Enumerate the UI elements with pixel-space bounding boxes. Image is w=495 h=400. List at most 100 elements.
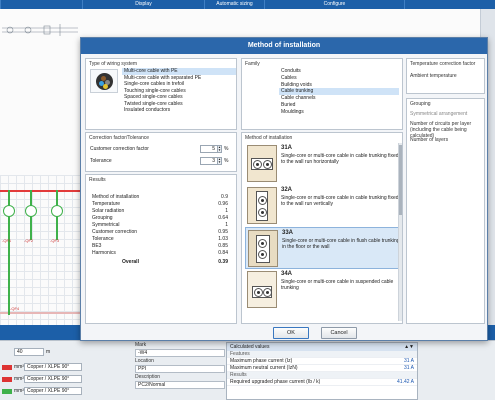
result-label: Symmetrical <box>92 222 120 228</box>
result-row: Tolerance 1.03 <box>92 236 232 243</box>
conductor-material-select[interactable]: Copper / XLPE 90° <box>24 375 82 383</box>
result-row: Grouping 0.64 <box>92 215 232 222</box>
calc-section-label: Results <box>230 372 247 378</box>
result-label: Temperature <box>92 201 121 207</box>
toolbar-tab-display[interactable]: Display <box>82 0 204 9</box>
results-panel: Results Method of installation 0.9 Temper… <box>85 174 237 324</box>
unit-label: mm² <box>14 364 24 370</box>
wiring-option[interactable]: Insulated conductors <box>122 107 236 114</box>
method-option-31a[interactable]: 31A Single-core or multi-core cable in c… <box>245 143 400 185</box>
core-pe-icon <box>103 84 108 89</box>
calc-row-label: Maximum neutral current (IzN) <box>230 365 298 371</box>
family-option[interactable]: Mouldings <box>279 109 399 116</box>
collapse-icon[interactable]: ▲▼ <box>404 343 414 351</box>
family-option[interactable]: Cables <box>279 75 399 82</box>
tolerance-input[interactable]: 3 <box>200 157 218 165</box>
toolbar-tab-0[interactable] <box>0 0 82 9</box>
schematic-label: -QF1 <box>2 238 12 243</box>
schematic-grid <box>0 175 80 325</box>
method-code: 34A <box>281 271 293 277</box>
result-label: Customer correction <box>92 229 138 235</box>
conductor-icon <box>258 250 267 259</box>
family-option[interactable]: Conduits <box>279 68 399 75</box>
method-panel: Method of installation 31A Single-core o… <box>241 132 403 324</box>
schematic-load-node[interactable] <box>3 205 15 217</box>
method-title: Method of installation <box>245 135 293 141</box>
customer-correction-row: Customer correction factor 5 ▲ ▼ % <box>90 145 230 153</box>
mark-field[interactable]: -W4 <box>135 349 225 357</box>
result-value: 0.85 <box>218 243 228 249</box>
result-row: BE3 0.85 <box>92 243 232 250</box>
method-option-34a[interactable]: 34A Single-core or multi-core cable in s… <box>245 269 400 311</box>
result-row: Symmetrical 1 <box>92 222 232 229</box>
wall-trunking-vertical-icon <box>247 187 277 224</box>
cable-length-input[interactable]: 40 <box>14 348 44 356</box>
temperature-title: Temperature correction factor <box>410 61 476 67</box>
calc-row-value: 31 A <box>403 365 414 371</box>
method-description: Single-core or multi-core cable in cable… <box>281 153 399 165</box>
calc-row-label: Maximum phase current (Iz) <box>230 358 293 364</box>
calculated-values-header[interactable]: Calculated values ▲▼ <box>227 343 417 351</box>
toolbar-tab-configure[interactable]: Configure <box>264 0 404 9</box>
calc-row: Maximum neutral current (IzN) 31 A <box>227 365 417 372</box>
grouping-title: Grouping <box>410 101 431 107</box>
tolerance-row: Tolerance 3 ▲ ▼ % <box>90 157 230 165</box>
schematic-top-wiring <box>2 24 78 36</box>
pe-color-swatch <box>2 388 12 394</box>
result-value: 0.84 <box>218 250 228 256</box>
cancel-button[interactable]: Cancel <box>321 327 357 339</box>
family-option[interactable]: Cable channels <box>279 95 399 102</box>
ok-button[interactable]: OK <box>273 327 309 339</box>
method-option-33a[interactable]: 33A Single-core or multi-core cable in f… <box>245 227 400 269</box>
family-option[interactable]: Cable trunking <box>279 88 399 96</box>
schematic-load-node[interactable] <box>25 205 37 217</box>
correction-title: Correction factor/Tolerance <box>89 135 150 141</box>
calc-row: Required upgraded phase current (Ib / k)… <box>227 379 417 386</box>
schematic-bus-red <box>0 190 80 192</box>
result-value: 0.95 <box>218 229 228 235</box>
family-option[interactable]: Buried <box>279 102 399 109</box>
calc-row-label: Required upgraded phase current (Ib / k) <box>230 379 321 385</box>
family-option[interactable]: Building voids <box>279 82 399 89</box>
symmetrical-arrangement-label[interactable]: Symmetrical arrangement <box>410 111 467 117</box>
family-panel: Family Conduits Cables Building voids Ca… <box>241 58 403 130</box>
toolbar-tab-4[interactable] <box>404 0 495 9</box>
conductor-icon <box>263 160 272 169</box>
family-list: Conduits Cables Building voids Cable tru… <box>279 68 399 116</box>
conductor-icon <box>263 288 272 297</box>
scrollbar-thumb[interactable] <box>399 145 402 215</box>
conductor-material-select[interactable]: Copper / XLPE 90° <box>24 363 82 371</box>
location-field[interactable]: PPI <box>135 365 225 373</box>
multicore-cable-icon <box>90 69 118 93</box>
conductor-material-select[interactable]: Copper / XLPE 90° <box>24 387 82 395</box>
customer-correction-input[interactable]: 5 <box>200 145 218 153</box>
calc-section-features: Features <box>227 351 417 358</box>
conductor-icon <box>258 239 267 248</box>
toolbar-tab-automatic-sizing[interactable]: Automatic sizing <box>204 0 264 9</box>
method-description: Single-core or multi-core cable in suspe… <box>281 279 394 291</box>
cable-length-row: 40 m <box>2 348 50 356</box>
unit-label: m <box>46 349 51 355</box>
schematic-load-node[interactable] <box>51 205 63 217</box>
method-scrollbar[interactable] <box>398 143 402 321</box>
calculated-values-title: Calculated values <box>230 344 270 350</box>
description-field[interactable]: PC2/Normal <box>135 381 225 389</box>
calc-row: Maximum phase current (Iz) 31 A <box>227 358 417 365</box>
method-code: 33A <box>282 230 294 236</box>
method-of-installation-dialog: Method of installation Type of wiring sy… <box>80 37 488 341</box>
number-of-layers-label: Number of layers <box>410 137 449 143</box>
conductor-row: mm² Copper / XLPE 90° <box>2 387 82 395</box>
result-label: Method of installation <box>92 194 140 200</box>
conductor-row: mm² Copper / XLPE 90° <box>2 363 82 371</box>
method-description: Single-core or multi-core cable in cable… <box>281 195 399 207</box>
result-row: Harmonics 0.84 <box>92 250 232 257</box>
calc-row-value: 41.42 A <box>397 379 414 385</box>
result-label: BE3 <box>92 243 102 249</box>
method-option-32a[interactable]: 32A Single-core or multi-core cable in c… <box>245 185 400 227</box>
schematic-label: -QF2 <box>24 238 34 243</box>
result-value: 0.64 <box>218 215 228 221</box>
schematic-label: -QF3 <box>50 238 60 243</box>
result-label: Grouping <box>92 215 113 221</box>
suspended-trunking-icon <box>247 271 277 308</box>
location-label: Location <box>135 358 154 364</box>
